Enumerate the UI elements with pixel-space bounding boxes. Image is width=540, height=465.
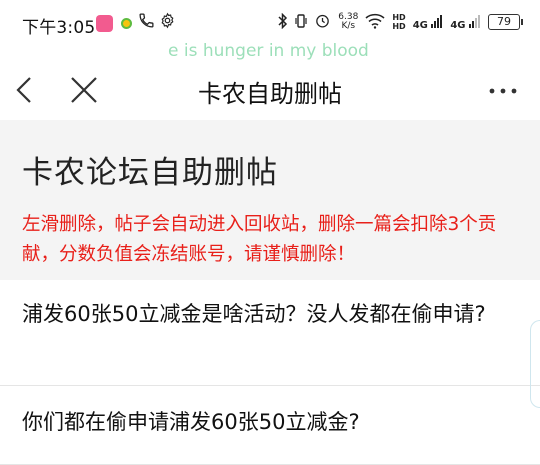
list-item[interactable]: 浦发60张50立减金是啥活动？没人发都在偷申请? [0,282,540,386]
close-icon [71,77,97,103]
status-bar: 下午3:05 6.38 K/s HD HD 4G 4G 79 [0,0,540,46]
delete-warning: 左滑删除，帖子会自动进入回收站，删除一篇会扣除3个贡献，分数负值会冻结账号，请谨… [22,214,497,265]
gear-icon [159,12,176,34]
net-speed: 6.38 K/s [338,13,358,31]
hd-indicator: HD HD [392,13,405,31]
list-item[interactable]: 你们都在偷申请浦发60张50立减金? [0,387,540,465]
hd-label-1: HD [392,13,406,22]
signal-4g-2: 4G [450,14,481,31]
battery-icon: 79 [488,14,523,30]
edge-swipe-handle[interactable] [530,320,540,408]
floating-lyric: e is hunger in my blood [168,41,369,61]
chevron-left-icon [16,77,31,103]
forum-title: 卡农论坛自助删帖 [22,155,278,191]
notification-app-icon [96,15,113,32]
status-time: 下午3:05 [22,18,96,38]
wifi-icon [365,13,385,32]
signal-bars-icon [469,14,480,28]
signal-4g-1: 4G [413,14,444,31]
forum-header: 卡农论坛自助删帖 左滑删除，帖子会自动进入回收站，删除一篇会扣除3个贡献，分数负… [0,120,540,280]
bluetooth-icon [278,12,288,32]
close-button[interactable] [66,70,102,110]
phone-icon [138,12,155,34]
net-speed-unit: K/s [341,21,356,31]
notification-app-icon [121,18,132,29]
more-dots-icon [489,88,517,94]
nav-bar: 卡农自助删帖 [0,62,540,120]
hd-label-2: HD [392,22,406,31]
post-title: 浦发60张50立减金是啥活动？没人发都在偷申请? [22,302,486,326]
back-button[interactable] [10,70,44,110]
status-right-group: 6.38 K/s HD HD 4G 4G 79 [278,12,523,32]
alarm-icon [314,12,331,32]
signal-bars-icon [431,14,443,28]
signal-label: 4G [412,19,428,31]
vibrate-icon [295,13,307,32]
more-button[interactable] [486,76,520,106]
post-title: 你们都在偷申请浦发60张50立减金? [22,410,360,434]
signal-label: 4G [450,19,466,31]
